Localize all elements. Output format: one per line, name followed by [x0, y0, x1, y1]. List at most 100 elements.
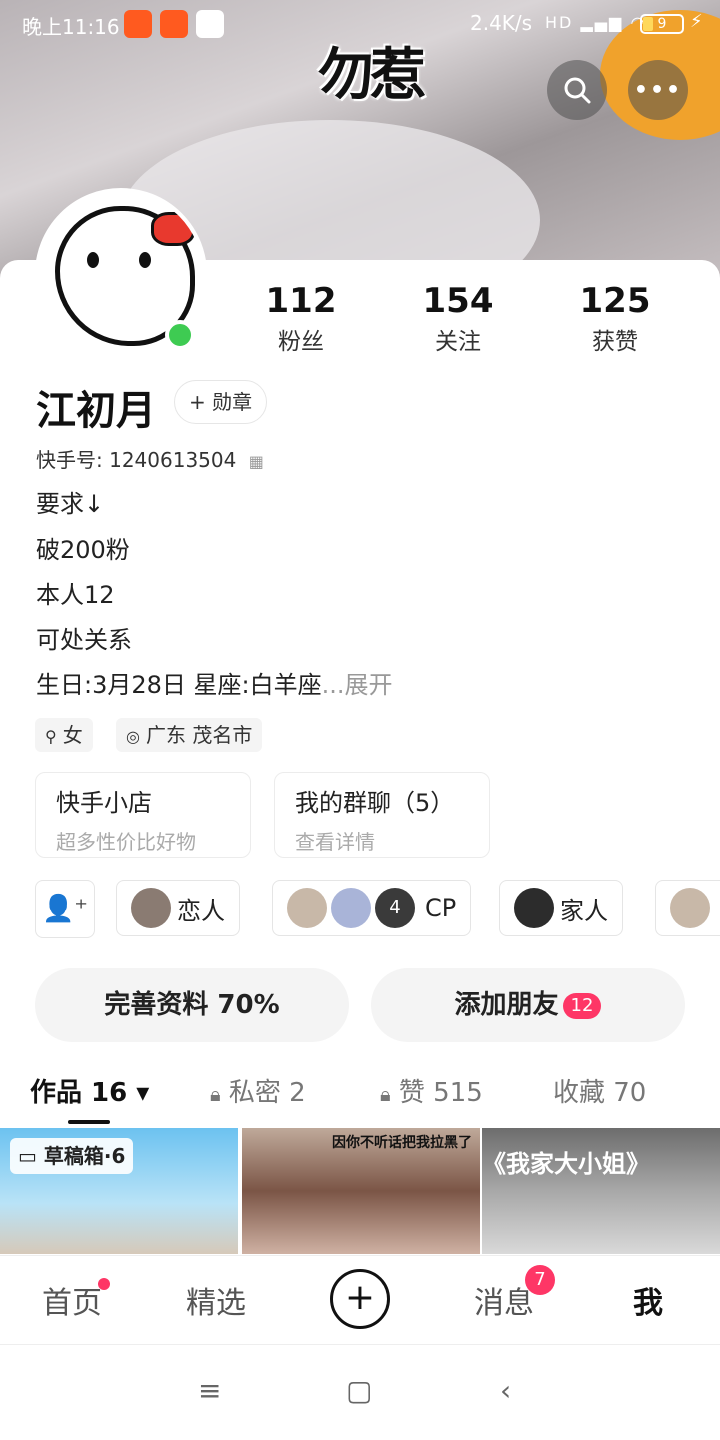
profile-page: 勿惹 晚上11:16 2.4K/s HD ▂▄▆ ◠ 9 ⚡ ••• 112 粉… [0, 0, 720, 1440]
lock-icon: 🔒︎ [210, 1082, 221, 1106]
bio-line: 可处关系 [36, 626, 132, 654]
app-notification-icon [124, 10, 152, 38]
stat-label: 获赞 [592, 329, 638, 355]
bio-line: 破200粉 [36, 536, 130, 564]
work-thumbnail[interactable]: 《我家大小姐》 [482, 1128, 720, 1254]
app-notification-icon [160, 10, 188, 38]
stat-value: 125 [579, 281, 651, 321]
stat-label: 粉丝 [278, 329, 324, 355]
bio-line: 本人12 [36, 581, 115, 609]
stat-value: 112 [265, 281, 337, 321]
add-user-icon: 👤⁺ [41, 894, 89, 924]
profile-name: 江初月 [36, 388, 156, 434]
active-tab-indicator [68, 1120, 110, 1124]
female-icon: ⚲ [45, 727, 57, 746]
search-button[interactable] [547, 60, 607, 120]
signal-icons: HD ▂▄▆ ◠ [545, 13, 647, 32]
nav-me[interactable]: 我 [633, 1278, 663, 1322]
app-notification-icon [196, 10, 224, 38]
group-chat-card[interactable]: 我的群聊（5） 查看详情 [274, 772, 490, 858]
content-tabs: 作品 16 ▾ 🔒︎ 私密 2 🔒︎ 赞 515 收藏 70 [0, 1068, 720, 1124]
work-thumbnail[interactable]: 因你不听话把我拉黑了 [242, 1128, 480, 1254]
add-relation-button[interactable]: 👤⁺ [35, 880, 95, 938]
gender-text: 女 [62, 723, 83, 747]
location-text: 广东 茂名市 [145, 723, 253, 747]
bio-line-last: 生日:3月28日 星座:白羊座...展开 [36, 665, 393, 700]
avatar-bow [151, 212, 195, 246]
status-time: 晚上11:16 [22, 15, 120, 39]
stat-following[interactable]: 154 关注 [398, 282, 518, 356]
stat-likes[interactable]: 125 获赞 [555, 282, 675, 356]
avatar-eye [87, 252, 99, 268]
location-tag: ◎ 广东 茂名市 [116, 718, 263, 752]
feature-title: 我的群聊（5） [295, 789, 455, 817]
network-speed: 2.4K/s [470, 11, 533, 35]
add-friend-button[interactable]: 添加朋友 12 [371, 968, 685, 1042]
bio-line-text: 生日:3月28日 星座:白羊座 [36, 671, 322, 699]
kwai-id-label: 快手号: [36, 448, 103, 472]
avatar [331, 888, 371, 928]
plus-icon: + [344, 1277, 376, 1318]
work-thumbnail-drafts[interactable]: ▭ 草稿箱·6 [0, 1128, 238, 1254]
bio-line: 要求↓ [36, 490, 105, 518]
drafts-badge: ▭ 草稿箱·6 [10, 1138, 134, 1174]
avatar-eye [139, 252, 151, 268]
nav-featured[interactable]: 精选 [186, 1278, 246, 1322]
home-notification-dot [98, 1278, 110, 1290]
battery-icon: 9 [640, 14, 684, 34]
avatar [287, 888, 327, 928]
more-icon: ••• [633, 77, 683, 103]
stat-value: 154 [422, 281, 494, 321]
more-count-avatar: 4 [375, 888, 415, 928]
relation-lover-chip[interactable]: 恋人 [116, 880, 240, 936]
kwai-id-value: 1240613504 [109, 448, 237, 472]
folder-icon: ▭ [18, 1144, 44, 1168]
avatar [670, 888, 710, 928]
create-button[interactable]: + [330, 1269, 390, 1329]
feature-subtitle: 超多性价比好物 [56, 830, 196, 854]
relation-more-chip[interactable] [655, 880, 720, 936]
add-friend-badge: 12 [562, 992, 602, 1019]
avatar [514, 888, 554, 928]
tab-favorites[interactable]: 收藏 70 [553, 1072, 646, 1109]
medal-button[interactable]: + 勋章 [174, 380, 268, 424]
notification-icons [124, 10, 224, 38]
status-bar: 晚上11:16 2.4K/s HD ▂▄▆ ◠ 9 ⚡ [0, 0, 720, 50]
add-friend-label: 添加朋友 [454, 990, 559, 1020]
qr-code-icon[interactable]: ▦ [249, 452, 264, 471]
tab-works[interactable]: 作品 16 ▾ [30, 1072, 149, 1109]
relation-label: CP [425, 894, 457, 922]
tab-private[interactable]: 🔒︎ 私密 2 [210, 1072, 306, 1109]
stat-followers[interactable]: 112 粉丝 [241, 282, 361, 356]
thumbnail-caption: 《我家大小姐》 [482, 1150, 650, 1178]
relation-family-chip[interactable]: 家人 [499, 880, 623, 936]
complete-profile-button[interactable]: 完善资料 70% [35, 968, 349, 1042]
gender-tag: ⚲ 女 [35, 718, 93, 752]
charging-icon: ⚡ [690, 11, 703, 32]
kwai-id[interactable]: 快手号: 1240613504 ▦ [36, 444, 264, 473]
bottom-nav: 首页 精选 + 消息 7 我 [0, 1255, 720, 1345]
tab-liked[interactable]: 🔒︎ 赞 515 [380, 1072, 483, 1109]
back-icon[interactable]: ‹ [500, 1374, 511, 1407]
more-button[interactable]: ••• [628, 60, 688, 120]
search-icon [564, 77, 591, 104]
menu-icon[interactable]: ≡ [198, 1374, 221, 1407]
kwai-shop-card[interactable]: 快手小店 超多性价比好物 [35, 772, 251, 858]
nav-home[interactable]: 首页 [42, 1278, 102, 1322]
lock-icon: 🔒︎ [380, 1082, 391, 1106]
avatar [131, 888, 171, 928]
online-status-dot [165, 320, 195, 350]
stat-label: 关注 [435, 329, 481, 355]
thumbnail-caption: 因你不听话把我拉黑了 [332, 1135, 472, 1151]
feature-title: 快手小店 [56, 789, 152, 817]
tab-label: 私密 2 [228, 1078, 306, 1108]
tab-label: 赞 515 [398, 1078, 483, 1108]
home-square-icon[interactable]: ▢ [346, 1374, 372, 1407]
relation-cp-chip[interactable]: 4 CP [272, 880, 472, 936]
relation-label: 家人 [560, 896, 608, 925]
messages-badge: 7 [525, 1265, 555, 1295]
system-nav-bar: ≡ ▢ ‹ [0, 1346, 720, 1440]
feature-subtitle: 查看详情 [295, 830, 375, 854]
expand-bio-link[interactable]: ...展开 [322, 671, 393, 699]
relation-label: 恋人 [177, 896, 225, 925]
